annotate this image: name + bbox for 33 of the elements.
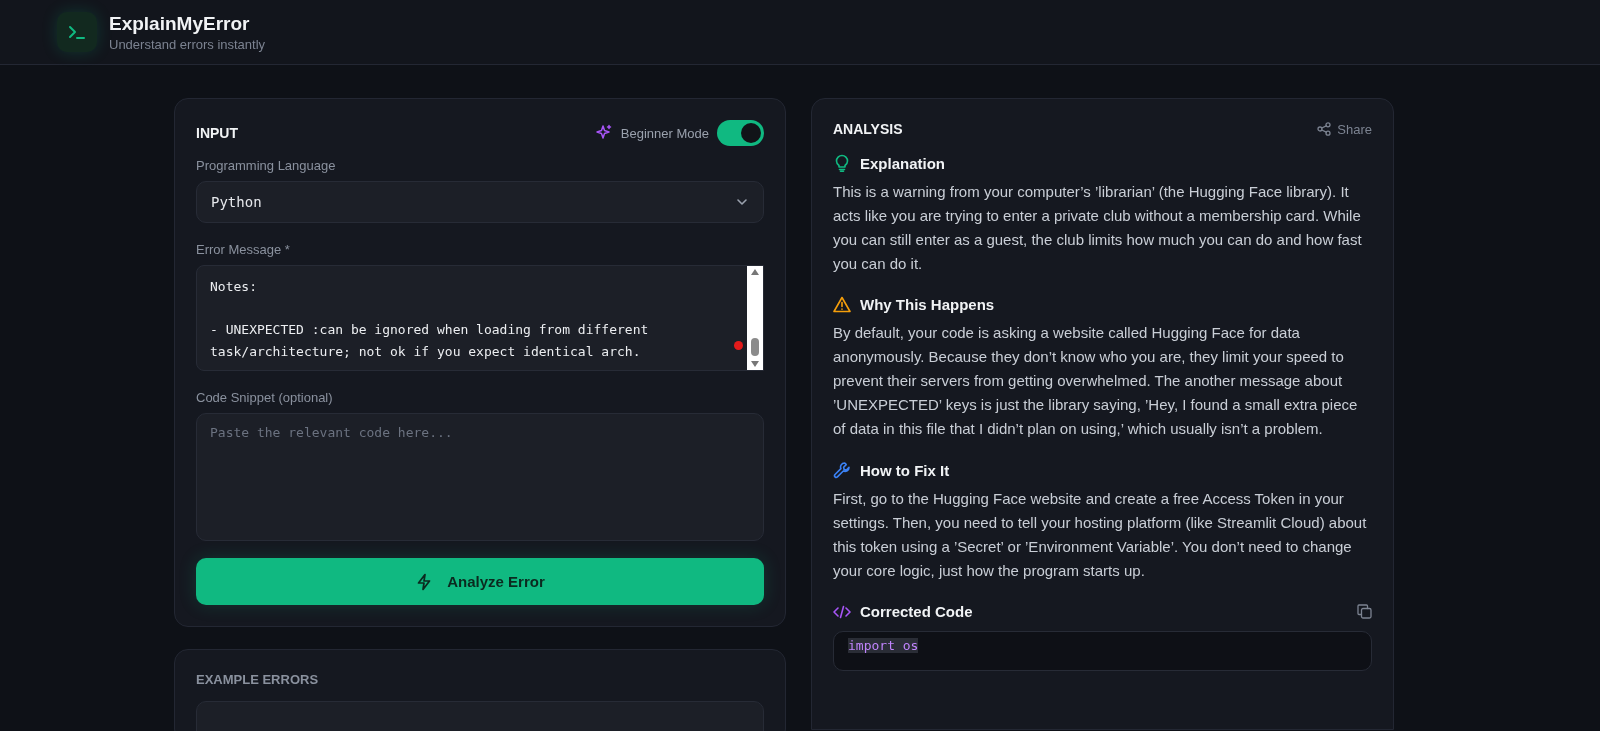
scroll-up-icon <box>750 268 760 276</box>
language-dropdown[interactable]: Python <box>196 181 764 223</box>
section-heading: Explanation <box>860 154 945 172</box>
beginner-mode-toggle[interactable] <box>717 120 764 146</box>
error-dot-icon <box>734 341 743 350</box>
section-title: INPUT <box>196 125 238 141</box>
wrench-icon <box>833 461 851 479</box>
warning-icon <box>833 296 851 313</box>
section-heading: How to Fix It <box>860 461 950 479</box>
share-icon <box>1317 122 1332 136</box>
code-snippet-field[interactable]: Paste the relevant code here... <box>196 413 764 541</box>
copy-icon[interactable] <box>1357 604 1372 619</box>
sparkle-icon <box>594 124 613 142</box>
field-label: Programming Language <box>196 158 337 173</box>
section-heading: Why This Happens <box>860 296 995 313</box>
analyze-error-button[interactable]: Analyze Error <box>196 558 764 605</box>
section-text: This is a warning from your computer’s ’librarian’ (the Hugging Face library). It acts like you are trying to enter a private club without a membership card. While you can still enter as a guest, the club limits how much you can do and how fast you can do it. <box>833 182 1363 274</box>
lightbulb-icon <box>833 154 851 172</box>
share-button[interactable]: Share <box>1317 121 1372 137</box>
section-heading: Corrected Code <box>860 603 973 620</box>
section-title: EXAMPLE ERRORS <box>196 672 320 687</box>
section-title: ANALYSIS <box>833 121 903 137</box>
field-label: Error Message * <box>196 242 291 257</box>
code-icon <box>833 604 851 619</box>
scroll-down-icon <box>750 360 760 368</box>
section-text: By default, your code is asking a website called Hugging Face for data anonymously. Because they don’t know who you are, they limit your speed to prevent their servers from getting overwhelmed. The another message about ’UNEXPECTED’ keys is just the library saying, ’Hey, I found a small extra piece of data in this file that I didn’t plan on using,’ which usually isn’t a problem. <box>833 323 1359 439</box>
field-label: Code Snippet (optional) <box>196 390 334 405</box>
scrollbar[interactable] <box>747 266 763 370</box>
scrollbar-thumb[interactable] <box>751 338 759 356</box>
app-title: ExplainMyError <box>109 12 251 35</box>
section-text: First, go to the Hugging Face website and create a free Access Token in your settings. Then, you need to tell your hosting platform (like Streamlit Cloud) about this token using a ’Secret’ or ’Environment Variable’. You don’t need to change your core logic, just how the program starts up. <box>833 489 1368 581</box>
app-subtitle: Understand errors instantly <box>109 36 266 52</box>
beginner-mode-label: Beginner Mode <box>620 125 709 141</box>
